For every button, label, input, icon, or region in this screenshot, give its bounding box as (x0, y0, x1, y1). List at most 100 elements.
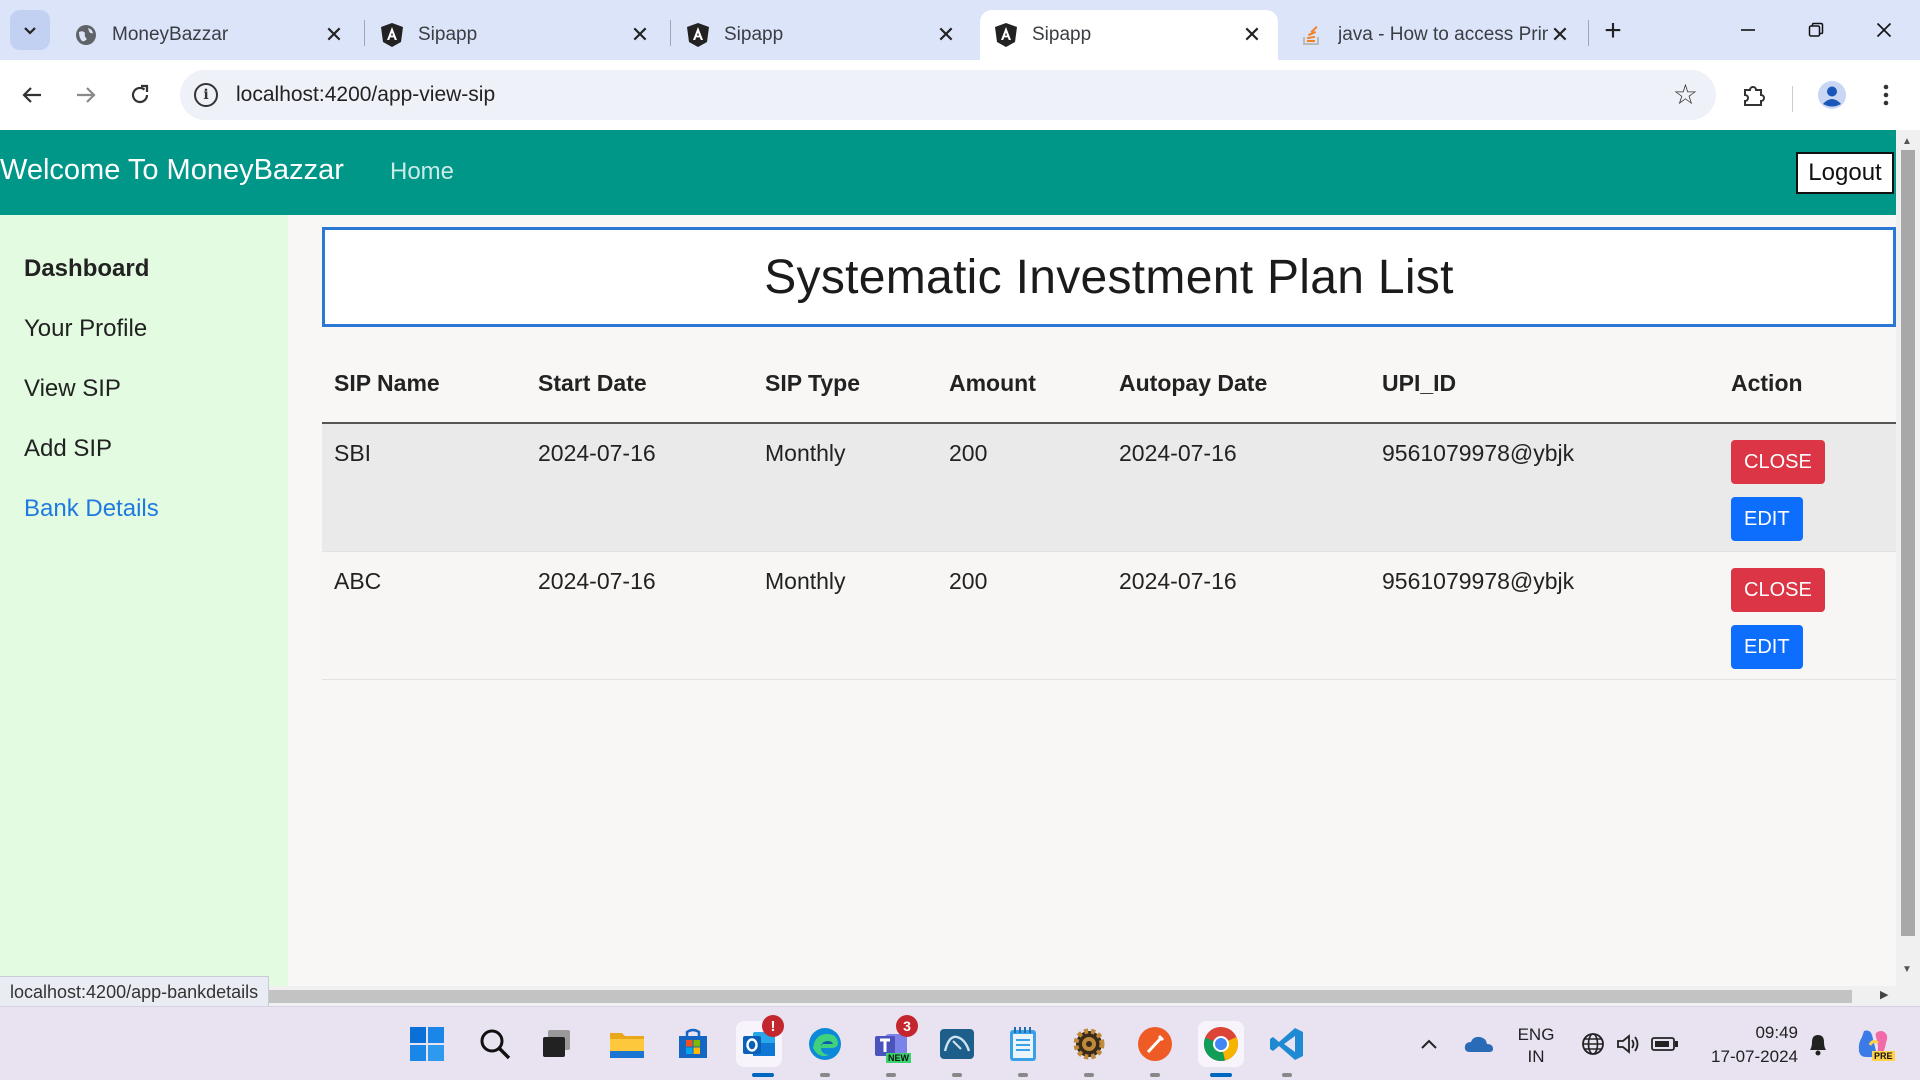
tab-separator (1588, 20, 1589, 46)
language-indicator-bottom[interactable]: IN (1508, 1047, 1564, 1067)
teams-icon[interactable]: 3 NEW (868, 1015, 918, 1067)
sidebar-item-your-profile[interactable]: Your Profile (24, 315, 147, 343)
site-info-icon[interactable]: i (194, 83, 218, 107)
cell-amount: 200 (937, 423, 1107, 552)
onedrive-icon[interactable] (1456, 1021, 1502, 1067)
cell-sip-type: Monthly (753, 423, 937, 552)
toolbar-separator (1792, 86, 1793, 112)
tab-stackoverflow[interactable]: java - How to access Prin ✕ (1286, 10, 1586, 60)
task-view-icon[interactable] (534, 1021, 580, 1067)
horizontal-scrollbar[interactable]: ▶ (0, 986, 1920, 1006)
battery-icon[interactable] (1642, 1021, 1688, 1067)
extensions-puzzle-icon[interactable] (1734, 75, 1774, 115)
mysql-workbench-icon[interactable] (934, 1021, 980, 1067)
tab-search-button[interactable] (10, 10, 50, 50)
horizontal-scroll-thumb[interactable] (0, 990, 1852, 1003)
close-tab-icon[interactable]: ✕ (934, 22, 958, 47)
home-link[interactable]: Home (390, 158, 454, 186)
edge-running-indicator (820, 1073, 830, 1077)
tab-title: Sipapp (724, 24, 784, 45)
restore-icon[interactable] (1798, 12, 1834, 48)
address-bar[interactable]: i localhost:4200/app-view-sip ☆ (180, 70, 1716, 120)
page-title-box: Systematic Investment Plan List (322, 227, 1896, 327)
url-text: localhost:4200/app-view-sip (236, 83, 496, 106)
vscode-icon[interactable] (1264, 1021, 1310, 1067)
brand-title[interactable]: Welcome To MoneyBazzar (0, 154, 344, 187)
globe-icon (74, 23, 98, 47)
postman-icon[interactable] (1132, 1021, 1178, 1067)
notepad-icon[interactable] (1000, 1021, 1046, 1067)
gear-app-icon[interactable] (1066, 1021, 1112, 1067)
app-navbar: Welcome To MoneyBazzar Home Logout (0, 130, 1896, 215)
tab-sipapp-2[interactable]: Sipapp ✕ (672, 10, 972, 60)
copilot-icon[interactable]: PRE (1850, 1021, 1896, 1067)
outlook-icon[interactable]: ! (736, 1015, 784, 1067)
column-header-autopay-date: Autopay Date (1107, 345, 1370, 424)
column-header-start-date: Start Date (526, 345, 753, 424)
cell-start-date: 2024-07-16 (526, 551, 753, 680)
close-sip-button[interactable]: CLOSE (1731, 440, 1825, 484)
new-tab-plus-icon[interactable]: + (1596, 14, 1630, 48)
scroll-up-arrow-icon[interactable]: ▲ (1902, 136, 1912, 147)
close-tab-icon[interactable]: ✕ (628, 22, 652, 47)
edge-icon[interactable] (802, 1021, 848, 1067)
tab-separator (364, 20, 365, 46)
chrome-icon[interactable] (1198, 1021, 1244, 1067)
language-indicator-top[interactable]: ENG (1508, 1025, 1564, 1045)
close-tab-icon[interactable]: ✕ (1240, 22, 1264, 47)
edit-sip-button[interactable]: EDIT (1731, 497, 1803, 541)
vertical-scroll-thumb[interactable] (1901, 150, 1915, 936)
close-sip-button[interactable]: CLOSE (1731, 567, 1825, 612)
chevron-down-icon (24, 27, 36, 35)
vertical-scrollbar[interactable]: ▲ ▼ (1896, 130, 1920, 986)
column-header-sip-type: SIP Type (753, 345, 937, 424)
stackoverflow-icon (1300, 23, 1324, 47)
minimize-icon[interactable] (1730, 12, 1766, 48)
cell-actions: CLOSE EDIT (1719, 551, 1896, 680)
profile-avatar-icon[interactable] (1812, 75, 1852, 115)
scroll-right-arrow-icon[interactable]: ▶ (1880, 988, 1888, 1001)
reload-icon[interactable] (120, 75, 160, 115)
cell-autopay-date: 2024-07-16 (1107, 423, 1370, 552)
bookmark-star-icon[interactable]: ☆ (1673, 78, 1698, 111)
window-close-icon[interactable] (1866, 12, 1902, 48)
column-header-action: Action (1719, 345, 1896, 424)
back-arrow-icon[interactable] (12, 75, 52, 115)
tray-chevron-up-icon[interactable] (1406, 1021, 1452, 1067)
chrome-running-indicator (1210, 1073, 1232, 1077)
cell-sip-type: Monthly (753, 551, 937, 680)
logout-button[interactable]: Logout (1796, 152, 1894, 194)
copilot-preview-label: PRE (1872, 1051, 1895, 1061)
cell-upi-id: 9561079978@ybjk (1370, 423, 1719, 552)
clock-time[interactable]: 09:49 (1694, 1023, 1798, 1043)
microsoft-store-icon[interactable] (670, 1021, 716, 1067)
windows-start-icon[interactable] (404, 1021, 450, 1067)
teams-new-label: NEW (886, 1053, 911, 1063)
outlook-alert-badge: ! (762, 1015, 784, 1037)
sidebar-item-dashboard[interactable]: Dashboard (24, 255, 149, 283)
clock-date[interactable]: 17-07-2024 (1694, 1047, 1798, 1067)
teams-count-badge: 3 (896, 1015, 918, 1037)
file-explorer-icon[interactable] (604, 1021, 650, 1067)
close-tab-icon[interactable]: ✕ (322, 22, 346, 47)
link-status-tooltip: localhost:4200/app-bankdetails (0, 976, 270, 1008)
tab-sipapp-1[interactable]: Sipapp ✕ (366, 10, 666, 60)
sidebar-item-bank-details[interactable]: Bank Details (24, 495, 159, 523)
tab-moneybazzar[interactable]: MoneyBazzar ✕ (60, 10, 360, 60)
teams-running-indicator (886, 1073, 896, 1077)
sidebar-item-add-sip[interactable]: Add SIP (24, 435, 112, 463)
scroll-down-arrow-icon[interactable]: ▼ (1902, 964, 1912, 975)
forward-arrow-icon[interactable] (66, 75, 106, 115)
notification-bell-icon[interactable] (1798, 1021, 1838, 1067)
sidebar: Dashboard Your Profile View SIP Add SIP … (0, 215, 288, 986)
tab-sipapp-active[interactable]: Sipapp ✕ (980, 10, 1278, 60)
angular-icon (686, 23, 710, 47)
cell-amount: 200 (937, 551, 1107, 680)
edit-sip-button[interactable]: EDIT (1731, 624, 1803, 669)
search-icon[interactable] (472, 1021, 518, 1067)
column-header-amount: Amount (937, 345, 1107, 424)
close-tab-icon[interactable]: ✕ (1548, 22, 1572, 47)
browser-menu-icon[interactable] (1866, 75, 1906, 115)
mysql-running-indicator (952, 1073, 962, 1077)
sidebar-item-view-sip[interactable]: View SIP (24, 375, 121, 403)
